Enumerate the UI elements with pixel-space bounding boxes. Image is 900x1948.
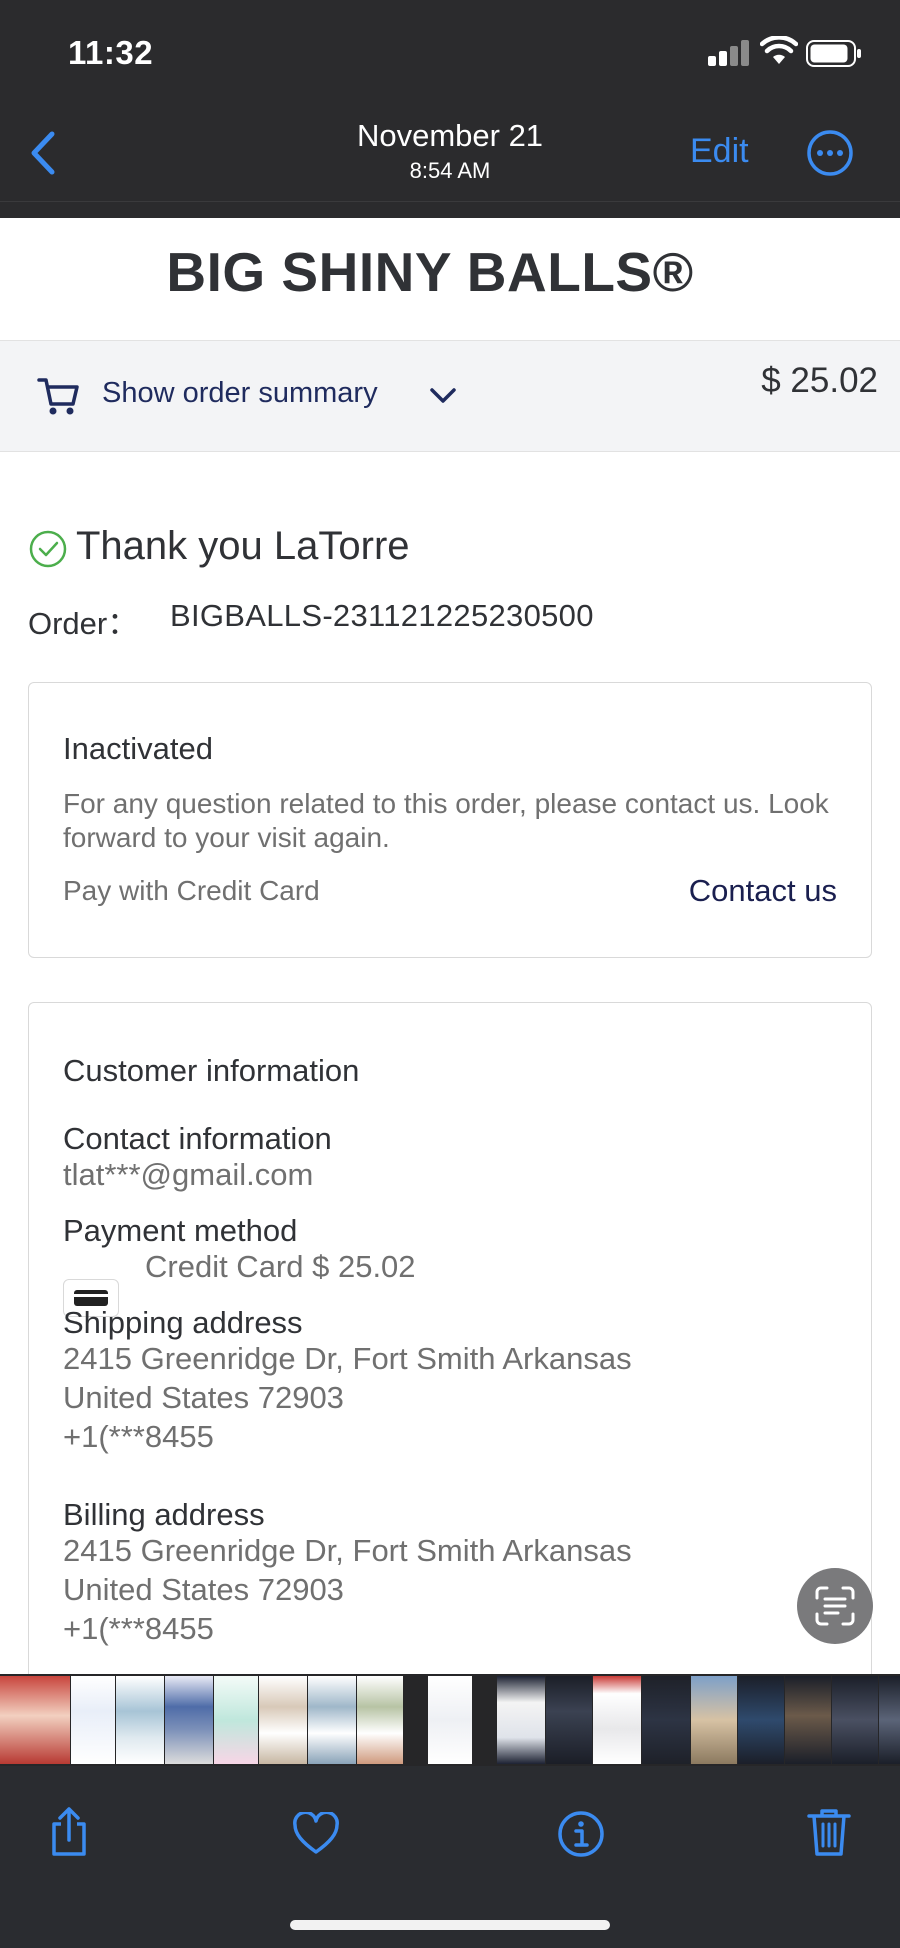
contact-us-link[interactable]: Contact us: [689, 873, 837, 909]
thank-you-text: Thank you LaTorre: [76, 524, 410, 568]
wifi-icon: [760, 36, 798, 64]
thumbnail[interactable]: [642, 1676, 690, 1764]
payment-method-label: Payment method: [63, 1213, 298, 1248]
battery-icon: [806, 40, 861, 67]
live-text-button[interactable]: [797, 1568, 873, 1644]
order-summary-bar[interactable]: Show order summary $ 25.02: [0, 340, 900, 452]
order-label: Order：: [28, 606, 139, 641]
thumbnail[interactable]: [165, 1676, 213, 1764]
thumbnail[interactable]: [308, 1676, 356, 1764]
customer-information-card: Customer information Contact information…: [28, 1002, 872, 1674]
photo-viewer: 11:32 November 21 8:54 AM Edit BIG SHINY…: [0, 0, 900, 1948]
payment-method-value: Credit Card $ 25.02: [145, 1249, 416, 1284]
billing-address-line1: 2415 Greenridge Dr, Fort Smith Arkansas: [63, 1533, 632, 1568]
thumbnail[interactable]: [259, 1676, 307, 1764]
thumbnail[interactable]: [0, 1676, 70, 1764]
edit-button[interactable]: Edit: [690, 132, 749, 171]
status-time: 11:32: [68, 34, 154, 71]
billing-address-line2: United States 72903: [63, 1572, 344, 1607]
share-icon[interactable]: [46, 1806, 92, 1858]
shipping-address-line2: United States 72903: [63, 1380, 344, 1415]
thumbnail[interactable]: [832, 1676, 878, 1764]
chevron-down-icon[interactable]: [428, 385, 458, 407]
thumbnail[interactable]: [357, 1676, 403, 1764]
billing-phone: +1(***8455: [63, 1611, 214, 1646]
trash-icon[interactable]: [806, 1806, 852, 1858]
order-status-card: Inactivated For any question related to …: [28, 682, 872, 958]
thumbnail[interactable]: [691, 1676, 737, 1764]
heart-icon[interactable]: [292, 1812, 340, 1856]
billing-address-label: Billing address: [63, 1497, 265, 1532]
thumbnail[interactable]: [593, 1676, 641, 1764]
order-status-message: For any question related to this order, …: [63, 788, 829, 853]
thumbnail[interactable]: [546, 1676, 592, 1764]
thumbnail[interactable]: [785, 1676, 831, 1764]
order-confirmation-page: BIG SHINY BALLS® Show order summary $ 25…: [0, 218, 900, 1674]
order-status-title: Inactivated: [63, 731, 213, 766]
store-brand-title: BIG SHINY BALLS®: [166, 241, 694, 303]
photo-date: November 21: [356, 118, 544, 153]
home-indicator[interactable]: [290, 1920, 610, 1930]
shipping-address-label: Shipping address: [63, 1305, 303, 1340]
payment-note: Pay with Credit Card: [63, 875, 320, 906]
customer-information-title: Customer information: [63, 1053, 360, 1088]
order-total: $ 25.02: [761, 361, 878, 400]
cellular-signal-icon: [708, 40, 752, 66]
order-number: BIGBALLS-231121225230500: [170, 598, 594, 633]
photo-nav-bar: November 21 8:54 AM Edit: [0, 100, 900, 202]
cart-icon: [37, 378, 79, 415]
photo-time: 8:54 AM: [409, 158, 491, 183]
thumbnail[interactable]: [116, 1676, 164, 1764]
shipping-phone: +1(***8455: [63, 1419, 214, 1454]
thumbnail[interactable]: [879, 1676, 900, 1764]
live-text-icon: [815, 1586, 855, 1626]
status-bar: 11:32: [0, 0, 900, 100]
check-circle-icon: [29, 530, 67, 568]
thumbnail[interactable]: [497, 1676, 545, 1764]
more-options-icon[interactable]: [806, 129, 854, 177]
thumbnail[interactable]: [214, 1676, 258, 1764]
thumbnail[interactable]: [738, 1676, 784, 1764]
info-icon[interactable]: [557, 1810, 605, 1858]
photo-thumbnail-strip[interactable]: [0, 1674, 900, 1766]
thumbnail[interactable]: [71, 1676, 115, 1764]
contact-email: tlat***@gmail.com: [63, 1157, 314, 1192]
thumbnail[interactable]: [428, 1676, 472, 1764]
contact-information-label: Contact information: [63, 1121, 332, 1156]
shipping-address-line1: 2415 Greenridge Dr, Fort Smith Arkansas: [63, 1341, 632, 1376]
show-order-summary-link[interactable]: Show order summary: [102, 377, 378, 410]
